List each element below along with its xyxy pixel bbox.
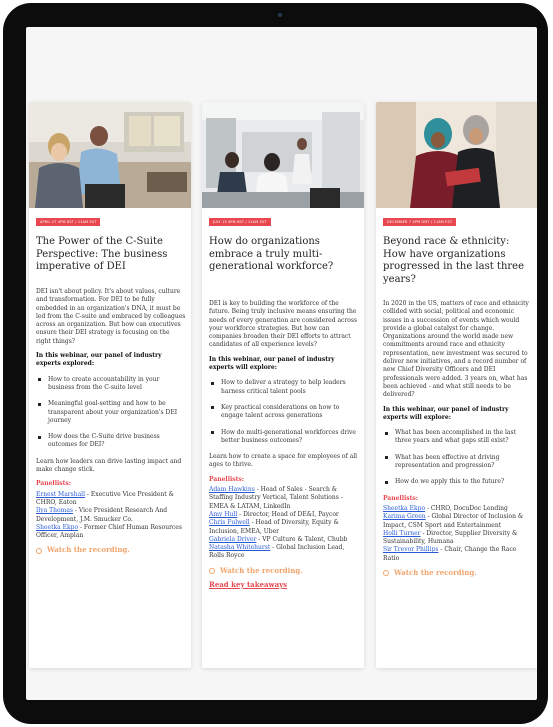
panellist-role: - Director, Head of DE&I, Paycor xyxy=(237,510,339,518)
panellist-link[interactable]: Sheetka Ekpo xyxy=(36,524,78,531)
webinar-photo-meeting xyxy=(29,102,191,208)
panellists-label: Panellists: xyxy=(36,480,71,488)
panellist: Natasha Whitehurst - Global Inclusion Le… xyxy=(209,544,359,561)
panellist: Sheetka Ekpo - Former Chief Human Resour… xyxy=(36,524,186,541)
date-badge: DECEMBER 7 4PM GMT / 11AM EST xyxy=(383,218,457,226)
topic-item: What has been effective at driving repre… xyxy=(383,454,533,471)
webinar-card-row: APRIL 27 4PM BST / 11AM EST The Power of… xyxy=(26,102,537,672)
webinar-title: The Power of the C-Suite Perspective: Th… xyxy=(36,236,168,272)
webinar-lead: In this webinar, our panel of industry e… xyxy=(36,352,162,368)
play-circle-icon xyxy=(209,567,215,574)
panellist-link[interactable]: Ernest Marshall xyxy=(36,491,85,498)
panellist: Sir Trevor Phillips - Chair, Change the … xyxy=(383,546,533,563)
webinar-card-race-ethnicity: DECEMBER 7 4PM GMT / 11AM EST Beyond rac… xyxy=(376,102,537,668)
topic-item: How do we apply this to the future? xyxy=(383,478,533,486)
webinar-intro: DEI isn't about policy. It's about value… xyxy=(36,288,186,345)
panellist-link[interactable]: Sheetka Ekpo xyxy=(383,505,425,512)
webinar-intro: In 2020 in the US, matters of race and e… xyxy=(383,300,529,399)
panellist-role: - VP Culture & Talent, Chubb xyxy=(256,535,348,543)
read-takeaways-link[interactable]: Read key takeaways xyxy=(209,580,359,589)
topic-item: How to deliver a strategy to help leader… xyxy=(209,379,359,396)
panellist-link[interactable]: Gabriela Driver xyxy=(209,536,256,543)
panellist: Sheetka Ekpo - CHRO, DocuDoc Lending xyxy=(383,505,533,513)
webinar-lead: In this webinar, our panel of industry e… xyxy=(209,355,335,372)
panellist-link[interactable]: Chris Fulwell xyxy=(209,519,250,526)
play-circle-icon xyxy=(383,570,389,577)
play-circle-icon xyxy=(36,547,42,554)
panellist-link[interactable]: Sir Trevor Phillips xyxy=(383,546,439,553)
webinar-body: In 2020 in the US, matters of race and e… xyxy=(383,300,533,577)
panellist-link[interactable]: Karima Green xyxy=(383,513,426,520)
watch-recording-label: Watch the recording. xyxy=(47,545,130,555)
webinar-intro: DEI is key to building the workforce of … xyxy=(209,300,358,349)
panellist-link[interactable]: Natasha Whitehurst xyxy=(209,544,270,551)
tablet-screen: APRIL 27 4PM BST / 11AM EST The Power of… xyxy=(26,27,537,700)
tablet-frame: APRIL 27 4PM BST / 11AM EST The Power of… xyxy=(3,3,548,724)
topic-list: How to create accountability in your bus… xyxy=(36,376,186,450)
panellist: Adam Hawkins - Head of Sales - Search & … xyxy=(209,486,359,511)
topic-item: Meaningful goal-setting and how to be tr… xyxy=(36,400,186,425)
webinar-title: How do organizations embrace a truly mul… xyxy=(209,236,334,272)
panellist: Amy Hull - Director, Head of DE&I, Payco… xyxy=(209,511,359,519)
camera-dot xyxy=(278,13,282,17)
webinar-photo-colleagues xyxy=(376,102,537,208)
watch-recording-link[interactable]: Watch the recording. xyxy=(36,546,186,554)
webinar-body: DEI is key to building the workforce of … xyxy=(209,300,359,589)
panellist: Karima Green - Global Director of Inclus… xyxy=(383,513,533,530)
topic-item: Key practical considerations on how to e… xyxy=(209,404,359,421)
panellist: Holli Turner - Director, Supplier Divers… xyxy=(383,530,533,547)
panellist-link[interactable]: Ilya Thomas xyxy=(36,507,73,514)
panellist: Chris Fulwell - Head of Diversity, Equit… xyxy=(209,519,359,536)
webinar-card-csuite: APRIL 27 4PM BST / 11AM EST The Power of… xyxy=(29,102,191,668)
topic-item: How does the C-Suite drive business outc… xyxy=(36,433,186,450)
panellist-link[interactable]: Amy Hull xyxy=(209,511,237,518)
panellists-label: Panellists: xyxy=(383,494,418,502)
date-badge: JULY 13 4PM BST / 11AM EST xyxy=(209,218,271,226)
watch-recording-label: Watch the recording. xyxy=(220,565,303,575)
webinar-photo-office xyxy=(202,102,364,208)
panellist: Gabriela Driver - VP Culture & Talent, C… xyxy=(209,536,359,544)
watch-recording-link[interactable]: Watch the recording. xyxy=(209,565,359,575)
panellist: Ernest Marshall - Executive Vice Preside… xyxy=(36,491,186,508)
webinar-card-multigenerational: JULY 13 4PM BST / 11AM EST How do organi… xyxy=(202,102,364,668)
panellist-role: - CHRO, DocuDoc Lending xyxy=(425,504,508,512)
webinar-title: Beyond race & ethnicity: How have organi… xyxy=(383,236,525,285)
panellists-label: Panellists: xyxy=(209,475,244,483)
date-badge: APRIL 27 4PM BST / 11AM EST xyxy=(36,218,101,226)
panellist: Ilya Thomas - Vice President Research An… xyxy=(36,507,186,524)
webinar-outro: Learn how leaders can drive lasting impa… xyxy=(36,457,182,474)
webinar-lead: In this webinar, our panel of industry e… xyxy=(383,405,509,421)
topic-list: How to deliver a strategy to help leader… xyxy=(209,379,359,445)
topic-item: How do multi-generational workforces dri… xyxy=(209,429,359,446)
panellist-link[interactable]: Holli Turner xyxy=(383,530,421,537)
topic-item: How to create accountability in your bus… xyxy=(36,376,186,393)
topic-item: What has been accomplished in the last t… xyxy=(383,429,533,446)
webinar-body: DEI isn't about policy. It's about value… xyxy=(36,288,186,555)
webinar-outro: Learn how to create a space for employee… xyxy=(209,453,358,469)
topic-list: What has been accomplished in the last t… xyxy=(383,429,533,486)
watch-recording-link[interactable]: Watch the recording. xyxy=(383,568,533,578)
panellist-link[interactable]: Adam Hawkins xyxy=(209,486,255,493)
watch-recording-label: Watch the recording. xyxy=(394,568,477,578)
